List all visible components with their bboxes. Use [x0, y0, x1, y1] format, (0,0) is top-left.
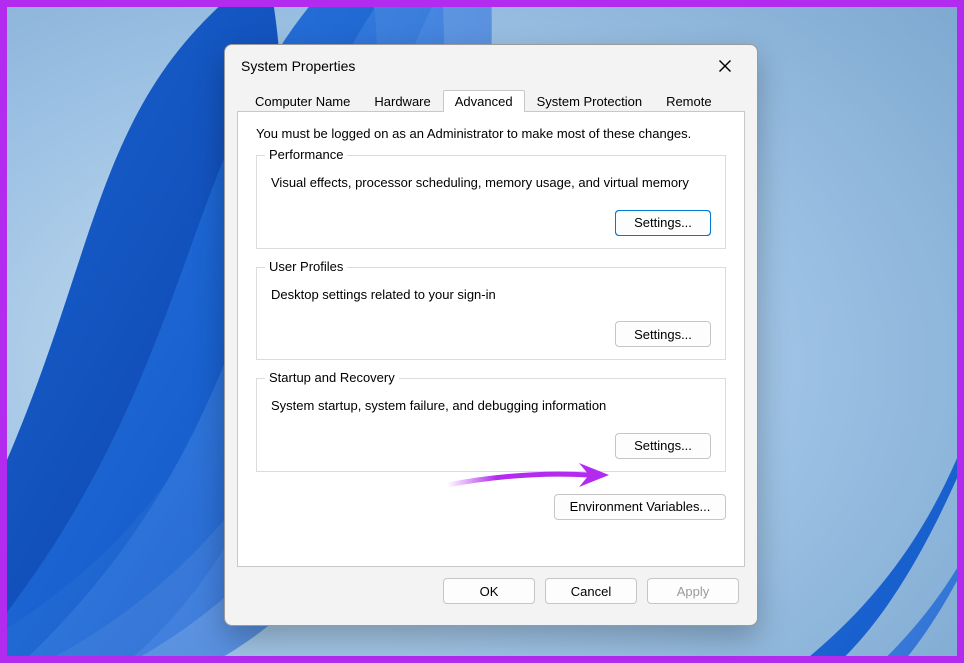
performance-settings-button[interactable]: Settings...	[615, 210, 711, 236]
ok-button[interactable]: OK	[443, 578, 535, 604]
user-profiles-group-title: User Profiles	[265, 259, 347, 274]
dialog-title: System Properties	[241, 58, 703, 74]
cancel-button[interactable]: Cancel	[545, 578, 637, 604]
dialog-button-row: OK Cancel Apply	[237, 567, 745, 615]
startup-recovery-group: Startup and Recovery System startup, sys…	[256, 378, 726, 472]
user-profiles-group: User Profiles Desktop settings related t…	[256, 267, 726, 361]
dialog-titlebar[interactable]: System Properties	[225, 45, 757, 87]
startup-recovery-group-title: Startup and Recovery	[265, 370, 399, 385]
close-icon	[718, 59, 732, 73]
admin-note: You must be logged on as an Administrato…	[256, 126, 726, 141]
close-button[interactable]	[703, 51, 747, 81]
performance-group-title: Performance	[265, 147, 347, 162]
tab-advanced[interactable]: Advanced	[443, 90, 525, 112]
performance-description: Visual effects, processor scheduling, me…	[271, 174, 711, 192]
startup-recovery-settings-button[interactable]: Settings...	[615, 433, 711, 459]
screenshot-frame: System Properties Computer Name Hardware…	[0, 0, 964, 663]
system-properties-dialog: System Properties Computer Name Hardware…	[224, 44, 758, 626]
dialog-client-area: Computer Name Hardware Advanced System P…	[225, 87, 757, 625]
apply-button[interactable]: Apply	[647, 578, 739, 604]
user-profiles-description: Desktop settings related to your sign-in	[271, 286, 711, 304]
tab-system-protection[interactable]: System Protection	[525, 90, 655, 112]
user-profiles-settings-button[interactable]: Settings...	[615, 321, 711, 347]
startup-recovery-description: System startup, system failure, and debu…	[271, 397, 711, 415]
tab-computer-name[interactable]: Computer Name	[243, 90, 362, 112]
advanced-tab-panel: You must be logged on as an Administrato…	[237, 111, 745, 567]
tab-strip: Computer Name Hardware Advanced System P…	[237, 87, 745, 111]
tab-remote[interactable]: Remote	[654, 90, 724, 112]
environment-variables-button[interactable]: Environment Variables...	[554, 494, 726, 520]
tab-hardware[interactable]: Hardware	[362, 90, 442, 112]
performance-group: Performance Visual effects, processor sc…	[256, 155, 726, 249]
